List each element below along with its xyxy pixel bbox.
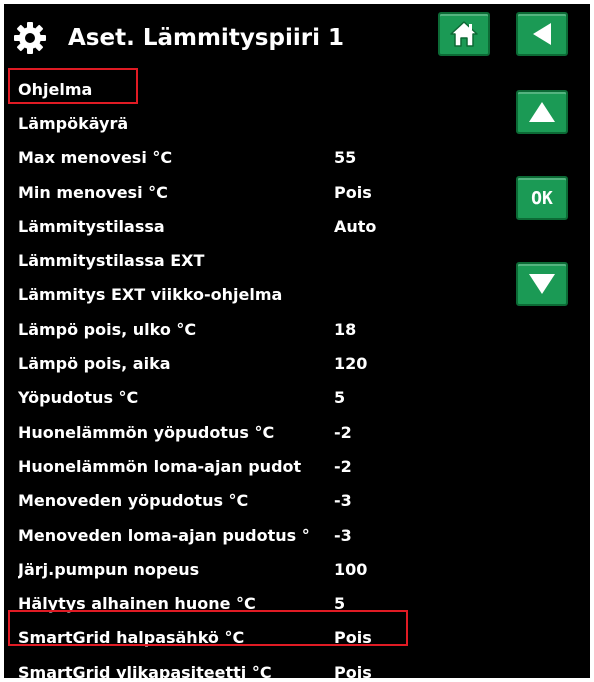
menu-item-label: Ohjelma [18,79,93,99]
settings-menu: Ohjelma Lämpökäyrä Max menovesi °C 55 Min… [4,72,424,678]
menu-item-label: Menoveden yöpudotus °C [18,491,249,511]
menu-item-lammitys-ext-viikko-ohjelma[interactable]: Lämmitys EXT viikko-ohjelma [4,278,424,312]
menu-item-lampo-pois-ulko[interactable]: Lämpö pois, ulko °C 18 [4,312,424,346]
home-icon [450,21,478,47]
menu-item-ohjelma[interactable]: Ohjelma [4,72,424,106]
menu-item-huonelammon-loma-ajan-pudotus[interactable]: Huonelämmön loma-ajan pudot -2 [4,449,424,483]
menu-item-value: Auto [334,216,377,236]
menu-item-label: SmartGrid halpasähkö °C [18,628,245,648]
menu-item-smartgrid-halpasahko[interactable]: SmartGrid halpasähkö °C Pois [4,621,424,655]
menu-item-label: SmartGrid ylikapasiteetti °C [18,662,272,678]
menu-item-value: Pois [334,628,372,648]
menu-item-value: 120 [334,354,368,374]
menu-item-label: Huonelämmön loma-ajan pudot [18,456,302,476]
menu-item-label: Lämpö pois, ulko °C [18,319,197,339]
home-button[interactable] [438,12,490,56]
ok-button[interactable]: OK [516,176,568,220]
menu-item-yopudotus[interactable]: Yöpudotus °C 5 [4,381,424,415]
menu-item-lammitystilassa-ext[interactable]: Lämmitystilassa EXT [4,243,424,277]
scroll-up-button[interactable] [516,90,568,134]
menu-item-label: Lämpökäyrä [18,113,129,133]
menu-item-label: Min menovesi °C [18,182,168,202]
heating-circuit-settings-screen: Aset. Lämmityspiiri 1 OK Ohjelma Lämpökä… [4,4,590,678]
menu-item-label: Lämpö pois, aika [18,354,171,374]
menu-item-value: Pois [334,182,372,202]
menu-item-value: 5 [334,388,346,408]
menu-item-jarj-pumpun-nopeus[interactable]: Järj.pumpun nopeus 100 [4,552,424,586]
menu-item-value: -3 [334,491,352,511]
menu-item-value: 55 [334,148,357,168]
back-button[interactable] [516,12,568,56]
menu-item-value: 18 [334,319,357,339]
menu-item-label: Hälytys alhainen huone °C [18,594,256,614]
menu-item-label: Lämmitys EXT viikko-ohjelma [18,285,283,305]
page-title: Aset. Lämmityspiiri 1 [68,25,344,51]
menu-item-menoveden-yopudotus[interactable]: Menoveden yöpudotus °C -3 [4,484,424,518]
menu-item-value: 100 [334,559,368,579]
menu-item-huonelammon-yopudotus[interactable]: Huonelämmön yöpudotus °C -2 [4,415,424,449]
menu-item-max-menovesi[interactable]: Max menovesi °C 55 [4,141,424,175]
menu-item-lampo-pois-aika[interactable]: Lämpö pois, aika 120 [4,346,424,380]
arrow-up-icon [529,102,555,122]
menu-item-value: -2 [334,456,352,476]
menu-item-label: Menoveden loma-ajan pudotus ° [18,525,310,545]
menu-item-label: Huonelämmön yöpudotus °C [18,422,275,442]
menu-item-min-menovesi[interactable]: Min menovesi °C Pois [4,175,424,209]
menu-item-label: Lämmitystilassa [18,216,165,236]
gear-icon [14,22,46,54]
menu-item-value: -2 [334,422,352,442]
scroll-down-button[interactable] [516,262,568,306]
ok-label: OK [531,187,553,209]
menu-item-label: Yöpudotus °C [18,388,139,408]
menu-item-smartgrid-ylikapasiteetti[interactable]: SmartGrid ylikapasiteetti °C Pois [4,655,424,678]
menu-item-label: Järj.pumpun nopeus [18,559,200,579]
menu-item-menoveden-loma-ajan-pudotus[interactable]: Menoveden loma-ajan pudotus ° -3 [4,518,424,552]
header: Aset. Lämmityspiiri 1 [4,4,590,68]
arrow-down-icon [529,274,555,294]
menu-item-label: Lämmitystilassa EXT [18,251,205,271]
back-arrow-icon [533,23,551,45]
menu-item-value: 5 [334,594,346,614]
menu-item-lammitystilassa[interactable]: Lämmitystilassa Auto [4,209,424,243]
menu-item-value: Pois [334,662,372,678]
menu-item-value: -3 [334,525,352,545]
menu-item-label: Max menovesi °C [18,148,173,168]
menu-item-halytys-alhainen-huone[interactable]: Hälytys alhainen huone °C 5 [4,586,424,620]
menu-item-lampokayra[interactable]: Lämpökäyrä [4,106,424,140]
